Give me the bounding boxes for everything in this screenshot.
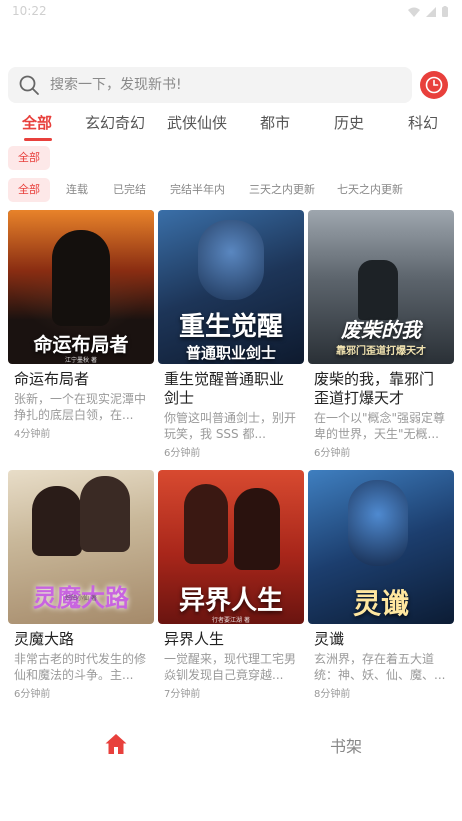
wifi-icon xyxy=(408,7,420,17)
book-update-time: 6分钟前 xyxy=(164,448,201,459)
filter-chip-updated-3-days[interactable]: 三天之内更新 xyxy=(239,178,325,202)
book-card[interactable]: 废柴的我 靠邪门歪道打爆天才 废柴的我，靠邪门歪道打爆天才 在一个以"概念"强弱… xyxy=(308,210,454,459)
cover-author: 行者要江湖 著 xyxy=(212,617,250,624)
search-box[interactable] xyxy=(8,67,412,103)
book-title: 重生觉醒普通职业剑士 xyxy=(164,370,285,407)
book-cover: 命运布局者 江宁墨秋 著 xyxy=(8,210,154,364)
book-update-time: 6分钟前 xyxy=(314,448,351,459)
tab-fantasy[interactable]: 玄幻奇幻 xyxy=(85,112,145,133)
book-description: 玄洲界，存在着五大道统：神、妖、仙、魔、... xyxy=(314,652,446,682)
status-bar: 10:22 xyxy=(0,0,462,24)
nav-bookshelf[interactable]: 书架 xyxy=(330,733,362,757)
book-cover: 重生觉醒 普通职业剑士 xyxy=(158,210,304,364)
category-filter: 全部 xyxy=(8,146,50,170)
book-title: 异界人生 xyxy=(164,630,225,648)
status-time: 10:22 xyxy=(12,4,47,18)
book-card[interactable]: 异界人生 行者要江湖 著 异界人生 一觉醒来，现代理工宅男焱钏发现自己竟穿越..… xyxy=(158,470,304,700)
bottom-navigation: 书架 xyxy=(0,714,462,821)
book-card[interactable]: 重生觉醒 普通职业剑士 重生觉醒普通职业剑士 你管这叫普通剑士，别开玩笑，我 S… xyxy=(158,210,304,459)
filter-chip-all[interactable]: 全部 xyxy=(8,178,50,202)
book-description: 一觉醒来，现代理工宅男焱钏发现自己竟穿越... xyxy=(164,652,297,682)
history-button[interactable] xyxy=(420,71,448,99)
book-title: 灵魔大路 xyxy=(14,630,75,648)
book-update-time: 6分钟前 xyxy=(14,689,51,700)
tab-wuxia[interactable]: 武侠仙侠 xyxy=(167,112,227,133)
book-update-time: 8分钟前 xyxy=(314,689,351,700)
tab-all[interactable]: 全部 xyxy=(22,112,52,133)
filter-chip-finished[interactable]: 已完结 xyxy=(103,178,156,202)
clock-icon xyxy=(425,76,443,94)
tab-urban[interactable]: 都市 xyxy=(260,112,290,133)
active-tab-indicator xyxy=(24,138,52,141)
cover-title: 废柴的我 xyxy=(341,318,421,342)
book-cover: 灵谶 xyxy=(308,470,454,624)
book-card[interactable]: 灵谶 灵谶 玄洲界，存在着五大道统：神、妖、仙、魔、... 8分钟前 xyxy=(308,470,454,700)
cover-subtitle: 普通职业剑士 xyxy=(185,344,276,362)
tab-history[interactable]: 历史 xyxy=(334,112,364,133)
book-cover: 异界人生 行者要江湖 著 xyxy=(158,470,304,624)
cover-title: 异界人生 xyxy=(178,586,283,616)
book-update-time: 4分钟前 xyxy=(14,429,51,440)
book-title: 灵谶 xyxy=(314,630,345,648)
category-chip-all[interactable]: 全部 xyxy=(8,146,50,170)
cover-title: 重生觉醒 xyxy=(178,312,283,342)
signal-icon xyxy=(426,6,436,17)
status-icons xyxy=(408,6,448,17)
search-row xyxy=(8,66,454,104)
book-card[interactable]: 灵魔大路 炽阳小仙 著 灵魔大路 非常古老的时代发生的修仙和魔法的斗争。主...… xyxy=(8,470,154,700)
filter-chip-serializing[interactable]: 连载 xyxy=(56,178,98,202)
cover-author: 江宁墨秋 著 xyxy=(65,357,97,364)
cover-title: 命运布局者 xyxy=(33,334,129,356)
book-description: 非常古老的时代发生的修仙和魔法的斗争。主... xyxy=(14,652,147,682)
home-icon[interactable] xyxy=(104,732,128,756)
genre-tabs: 全部 玄幻奇幻 武侠仙侠 都市 历史 科幻 xyxy=(0,108,462,144)
battery-icon xyxy=(442,6,448,17)
book-grid: 命运布局者 江宁墨秋 著 命运布局者 张新，一个在现实泥潭中挣扎的底层白领，在.… xyxy=(8,210,454,710)
book-description: 张新，一个在现实泥潭中挣扎的底层白领，在... xyxy=(14,392,147,422)
cover-author: 炽阳小仙 著 xyxy=(65,595,97,602)
book-update-time: 7分钟前 xyxy=(164,689,201,700)
book-cover: 废柴的我 靠邪门歪道打爆天才 xyxy=(308,210,454,364)
filter-chip-updated-7-days[interactable]: 七天之内更新 xyxy=(327,178,413,202)
book-description: 在一个以"概念"强弱定尊卑的世界，天生"无概... xyxy=(314,411,446,441)
book-cover: 灵魔大路 炽阳小仙 著 xyxy=(8,470,154,624)
cover-title: 灵谶 xyxy=(352,587,409,620)
book-description: 你管这叫普通剑士，别开玩笑，我 SSS 都... xyxy=(164,411,297,441)
filter-chip-finished-half-year[interactable]: 完结半年内 xyxy=(160,178,235,202)
status-filter: 全部 连载 已完结 完结半年内 三天之内更新 七天之内更新 xyxy=(8,178,462,204)
tab-scifi[interactable]: 科幻 xyxy=(408,112,438,133)
book-card[interactable]: 命运布局者 江宁墨秋 著 命运布局者 张新，一个在现实泥潭中挣扎的底层白领，在.… xyxy=(8,210,154,440)
cover-subtitle: 靠邪门歪道打爆天才 xyxy=(336,346,426,357)
search-icon xyxy=(19,75,39,95)
book-title: 废柴的我，靠邪门歪道打爆天才 xyxy=(314,370,435,407)
search-input[interactable] xyxy=(50,77,390,93)
book-title: 命运布局者 xyxy=(14,370,90,388)
